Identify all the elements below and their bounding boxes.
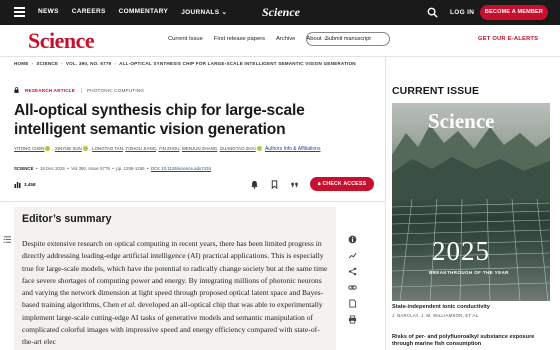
info-icon[interactable] — [348, 235, 357, 244]
sidebar: CURRENT ISSUE Science 2025 BREAKTHROUGH … — [385, 57, 560, 350]
share-icon[interactable] — [348, 267, 357, 276]
author-name[interactable]: YIZHOU JIANG — [125, 146, 156, 151]
metric-count: 3,458 — [24, 182, 36, 187]
page-range: pp. 1259-1265 — [116, 166, 145, 171]
volume-issue[interactable]: Vol 390, Issue 6779 — [71, 166, 110, 171]
journal-nav: Current Issue First release papers Archi… — [168, 36, 328, 42]
article-type[interactable]: RESEARCH ARTICLE — [25, 88, 75, 93]
affiliations-link[interactable]: Authors Info & Affiliations — [265, 146, 321, 152]
summary-heading: Editor’s summary — [22, 213, 112, 225]
cover-logo: Science — [428, 109, 495, 133]
bookmark-icon[interactable] — [270, 179, 279, 189]
metrics[interactable]: 3,458 — [14, 181, 36, 188]
crumb-separator: › — [61, 61, 63, 66]
crumb-article: ALL-OPTICAL SYNTHESIS CHIP FOR LARGE-SCA… — [119, 61, 356, 66]
article-main: RESEARCH ARTICLE PHOTONIC COMPUTING All-… — [0, 70, 385, 350]
author-name[interactable]: GUANGTAO ZHAI — [220, 146, 256, 151]
science-logo-small[interactable]: Science — [262, 5, 300, 20]
orcid-icon[interactable] — [45, 146, 51, 152]
login-link[interactable]: LOG IN — [450, 9, 474, 16]
nav-journals[interactable]: JOURNALS ⌄ — [181, 8, 227, 16]
e-alerts-link[interactable]: GET OUR E-ALERTS — [478, 36, 538, 42]
pub-date: 18 Dec 2025 — [39, 166, 65, 171]
bell-icon[interactable] — [250, 180, 259, 189]
orcid-icon[interactable] — [82, 146, 88, 152]
pdf-icon[interactable] — [348, 299, 357, 308]
cover-image[interactable]: Science 2025 BREAKTHROUGH OF THE YEAR — [392, 103, 550, 301]
cover-tagline: BREAKTHROUGH OF THE YEAR — [429, 270, 509, 275]
lock-icon — [14, 87, 19, 93]
author-name[interactable]: YITONG CHEN — [14, 146, 44, 151]
author-list: YITONG CHEN, XINYUE SUN, LONGTAO TAN, YI… — [14, 146, 321, 152]
summary-etal: et al. — [120, 300, 137, 310]
crumb-volume[interactable]: VOL. 390, NO. 6779 — [66, 61, 111, 66]
issue-article-title[interactable]: Risks of per- and polyfluoroalkyl substa… — [392, 334, 552, 349]
tool-rail — [348, 235, 362, 331]
breadcrumb: HOME › SCIENCE › VOL. 390, NO. 6779 › ALL-OPTI… — [14, 61, 356, 66]
become-member-button[interactable]: BECOME A MEMBER — [480, 5, 548, 20]
check-access-button[interactable]: 🔒︎ CHECK ACCESS — [310, 177, 374, 191]
print-icon[interactable] — [348, 315, 357, 324]
trend-icon[interactable] — [348, 251, 357, 260]
submit-manuscript-button[interactable]: Submit manuscript — [306, 32, 390, 46]
link-first-release[interactable]: First release papers — [214, 36, 265, 42]
orcid-icon[interactable] — [256, 146, 262, 152]
link-current-issue[interactable]: Current Issue — [168, 36, 203, 42]
article-actions: 🔒︎ CHECK ACCESS — [250, 177, 374, 191]
crumb-separator: › — [31, 61, 34, 66]
summary-text: Despite extensive research on optical co… — [22, 238, 330, 349]
divider — [0, 201, 385, 202]
journal-header: Science Current Issue First release pape… — [0, 25, 560, 57]
quote-icon[interactable] — [290, 180, 299, 189]
link-icon[interactable] — [348, 283, 357, 292]
issue-article-title[interactable]: State-independent ionic conductivity — [392, 304, 552, 311]
top-nav: NEWS CAREERS COMMENTARY JOURNALS ⌄ — [38, 8, 227, 16]
editors-summary: Editor’s summary Despite extensive resea… — [14, 207, 336, 350]
author-name[interactable]: LONGTAO TAN — [92, 146, 123, 151]
check-access-label: CHECK ACCESS — [322, 181, 367, 187]
journal-name: SCIENCE — [14, 166, 34, 171]
top-nav-bar: NEWS CAREERS COMMENTARY JOURNALS ⌄ Scien… — [0, 0, 560, 25]
crumb-science[interactable]: SCIENCE — [36, 61, 58, 66]
current-issue-heading: CURRENT ISSUE — [392, 85, 480, 97]
outline-toggle-icon[interactable] — [3, 235, 12, 244]
article-type-row: RESEARCH ARTICLE PHOTONIC COMPUTING — [14, 87, 144, 93]
link-archive[interactable]: Archive — [276, 36, 295, 42]
issue-article-authors: J. BARCLAY, J. M. WILLIAMSON, ET AL. — [392, 313, 480, 318]
article-title: All-optical synthesis chip for large-sca… — [14, 102, 305, 138]
doi-link[interactable]: DOI: 10.1126/science.adv7434 — [151, 166, 211, 171]
nav-careers[interactable]: CAREERS — [72, 8, 106, 16]
author-name[interactable]: YIN ZHOU — [158, 146, 179, 151]
cover-year: 2025 — [432, 236, 490, 266]
menu-icon[interactable] — [14, 7, 25, 17]
crumb-separator: › — [114, 61, 117, 66]
article-subject[interactable]: PHOTONIC COMPUTING — [81, 87, 144, 93]
citation-meta: SCIENCE • 18 Dec 2025 • Vol 390, Issue 6… — [14, 166, 211, 171]
author-name[interactable]: XINYUE SUN — [55, 146, 82, 151]
crumb-home[interactable]: HOME — [14, 61, 29, 66]
author-name[interactable]: WENJUN ZHANG — [182, 146, 217, 151]
science-logo[interactable]: Science — [28, 28, 95, 54]
bar-chart-icon — [14, 182, 21, 188]
nav-commentary[interactable]: COMMENTARY — [119, 8, 169, 16]
nav-news[interactable]: NEWS — [38, 8, 59, 16]
search-icon[interactable] — [427, 7, 438, 18]
summary-text-a: Despite extensive research on optical co… — [22, 239, 328, 310]
